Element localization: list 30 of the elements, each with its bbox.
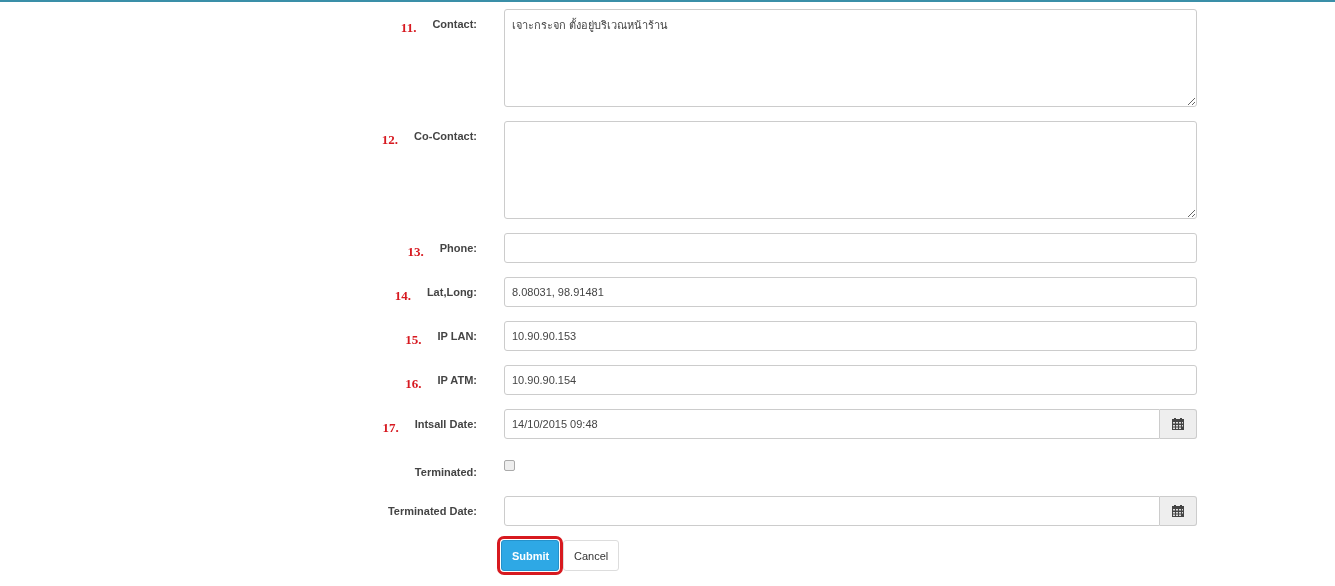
checkbox[interactable] <box>504 460 515 471</box>
annotation-number: 16. <box>405 376 422 392</box>
field-label: IP LAN: <box>437 330 477 342</box>
annotation-number: 15. <box>405 332 422 348</box>
input-field[interactable] <box>504 233 1197 263</box>
annotation-number: 14. <box>394 288 411 304</box>
field-label: Phone: <box>439 242 477 254</box>
field-label: Terminated: <box>414 466 477 478</box>
field-label: Terminated Date: <box>387 505 477 517</box>
input-field[interactable]: 8.08031, 98.91481 <box>504 277 1197 307</box>
annotation-number: 11. <box>400 20 417 36</box>
calendar-icon <box>1172 505 1184 517</box>
input-field[interactable]: 10.90.90.153 <box>504 321 1197 351</box>
annotation-number: 17. <box>382 420 399 436</box>
cancel-button[interactable]: Cancel <box>563 540 620 571</box>
text-area[interactable] <box>504 121 1197 219</box>
calendar-button[interactable] <box>1160 496 1197 526</box>
date-field[interactable]: 14/10/2015 09:48 <box>504 409 1160 439</box>
date-field[interactable] <box>504 496 1160 526</box>
input-field[interactable]: 10.90.90.154 <box>504 365 1197 395</box>
field-label: Intsall Date: <box>414 418 477 430</box>
annotation-number: 13. <box>407 244 424 260</box>
calendar-icon <box>1172 418 1184 430</box>
text-area[interactable]: เจาะกระจก ตั้งอยู่บริเวณหน้าร้าน <box>504 9 1197 107</box>
field-label: Co-Contact: <box>414 130 477 142</box>
field-label: IP ATM: <box>437 374 477 386</box>
field-label: Lat,Long: <box>426 286 477 298</box>
annotation-number: 12. <box>381 132 399 148</box>
field-label: Contact: <box>432 18 477 30</box>
calendar-button[interactable] <box>1160 409 1197 439</box>
